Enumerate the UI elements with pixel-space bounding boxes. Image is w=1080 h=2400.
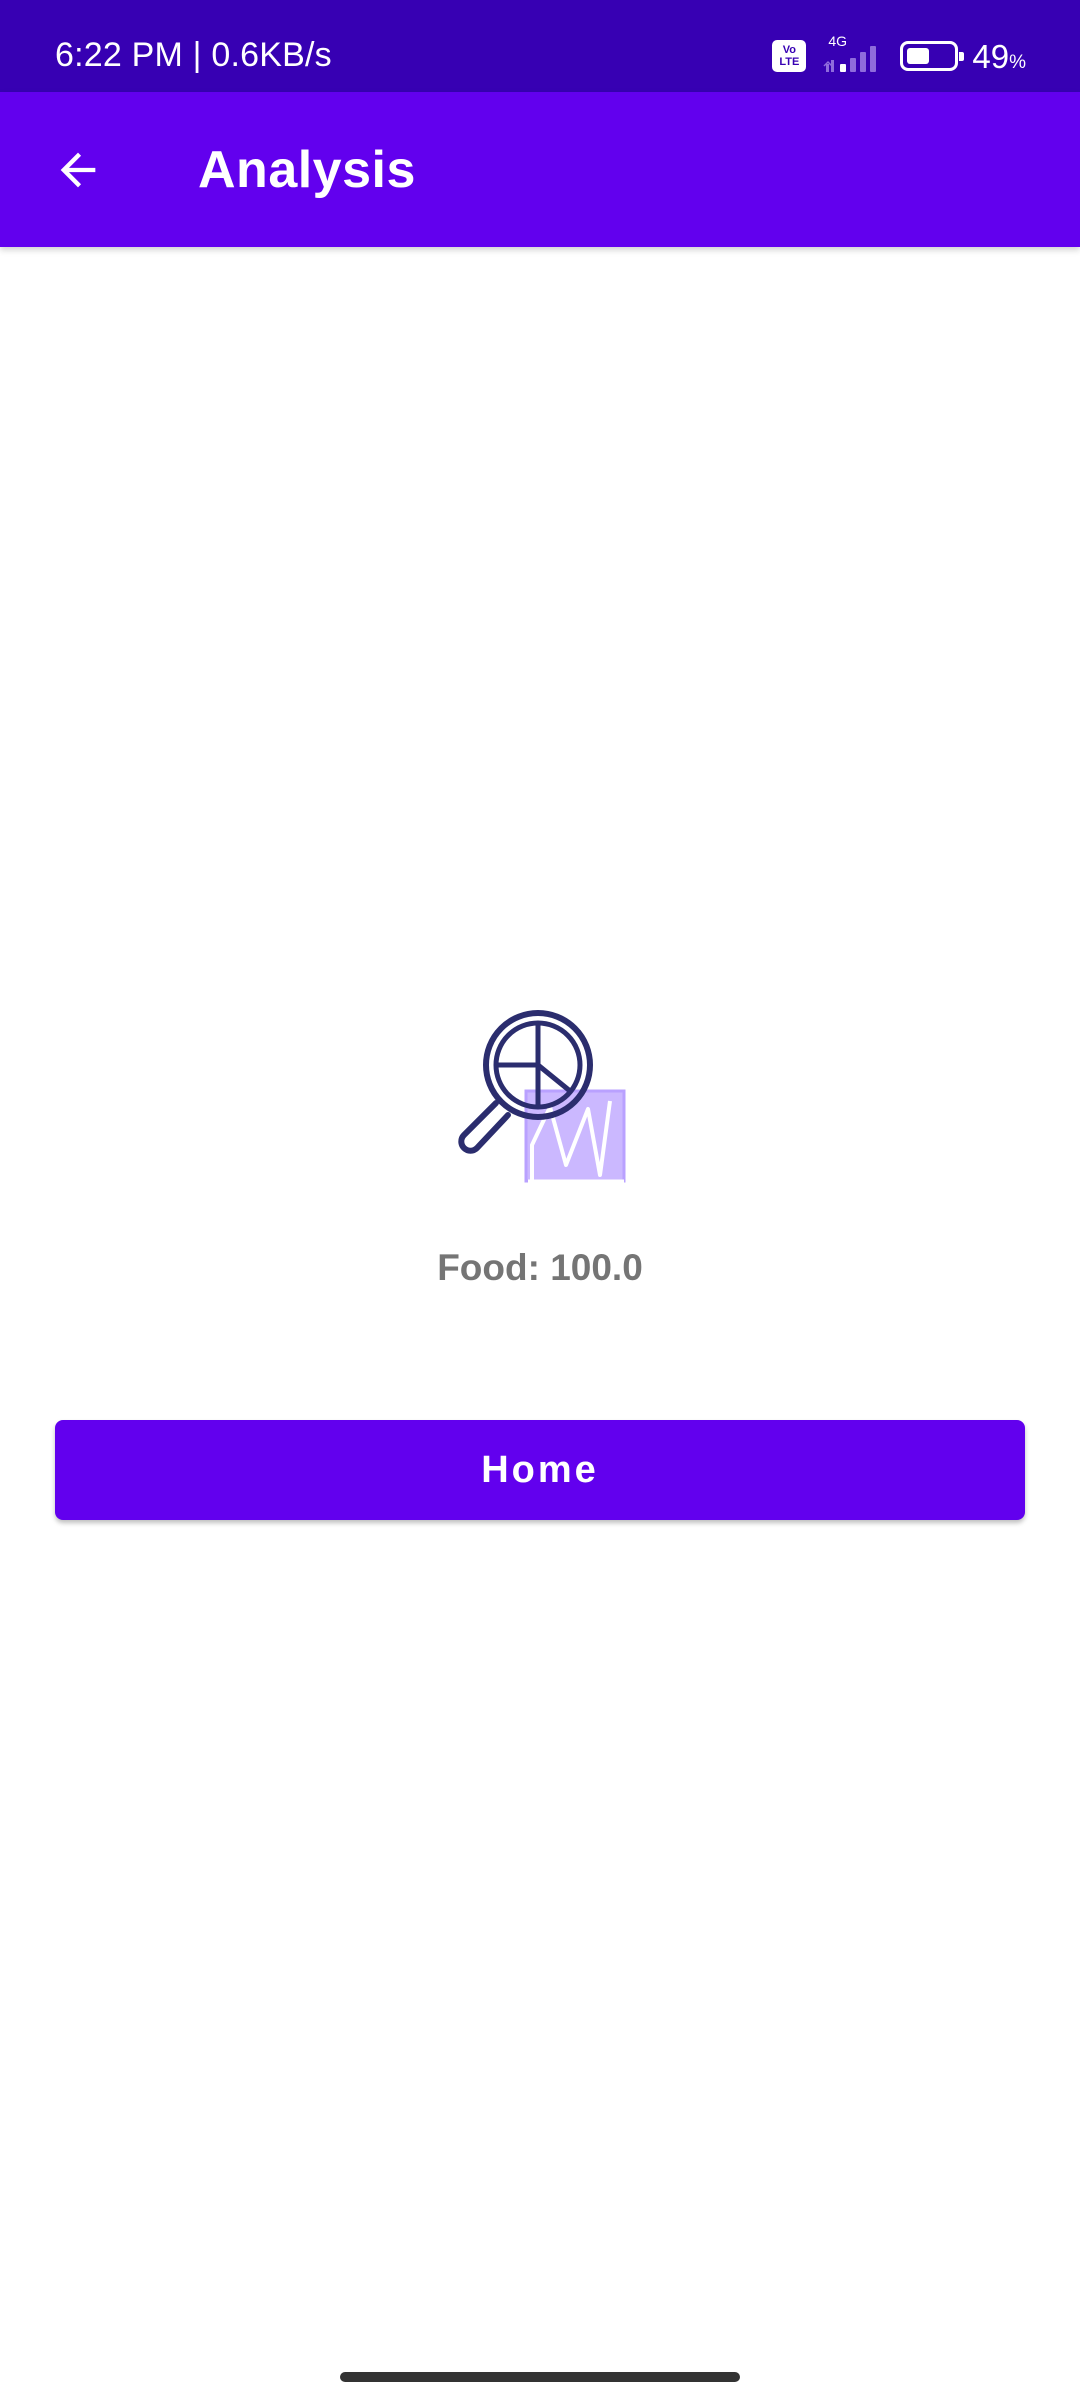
battery-percentage: 49% <box>972 40 1026 73</box>
arrow-left-icon <box>60 152 96 188</box>
status-icons: Vo LTE 4G 49% <box>772 33 1026 76</box>
status-time: 6:22 PM | 0.6KB/s <box>55 36 332 74</box>
signal-icon: 4G <box>820 33 886 76</box>
volte-icon: Vo LTE <box>772 40 807 72</box>
status-bar: 6:22 PM | 0.6KB/s Vo LTE 4G 49% <box>0 0 1080 92</box>
app-bar: Analysis <box>0 92 1080 247</box>
food-result-text: Food: 100.0 <box>437 1247 643 1288</box>
magnifier-chart-icon <box>458 1010 626 1183</box>
analysis-screen: 6:22 PM | 0.6KB/s Vo LTE 4G 49% Analysis… <box>0 0 1080 2400</box>
network-type-label: 4G <box>828 33 848 49</box>
volte-label: Vo LTE <box>779 44 800 68</box>
battery-fill <box>907 48 930 64</box>
battery-tip <box>959 52 965 61</box>
home-button[interactable]: Home <box>55 1420 1025 1520</box>
page-title: Analysis <box>198 141 416 199</box>
back-button[interactable] <box>36 128 120 212</box>
battery-icon <box>900 41 965 71</box>
battery-unit: % <box>1009 51 1026 73</box>
battery-level: 49 <box>972 37 1010 75</box>
gesture-navigation-bar[interactable] <box>340 2372 740 2382</box>
